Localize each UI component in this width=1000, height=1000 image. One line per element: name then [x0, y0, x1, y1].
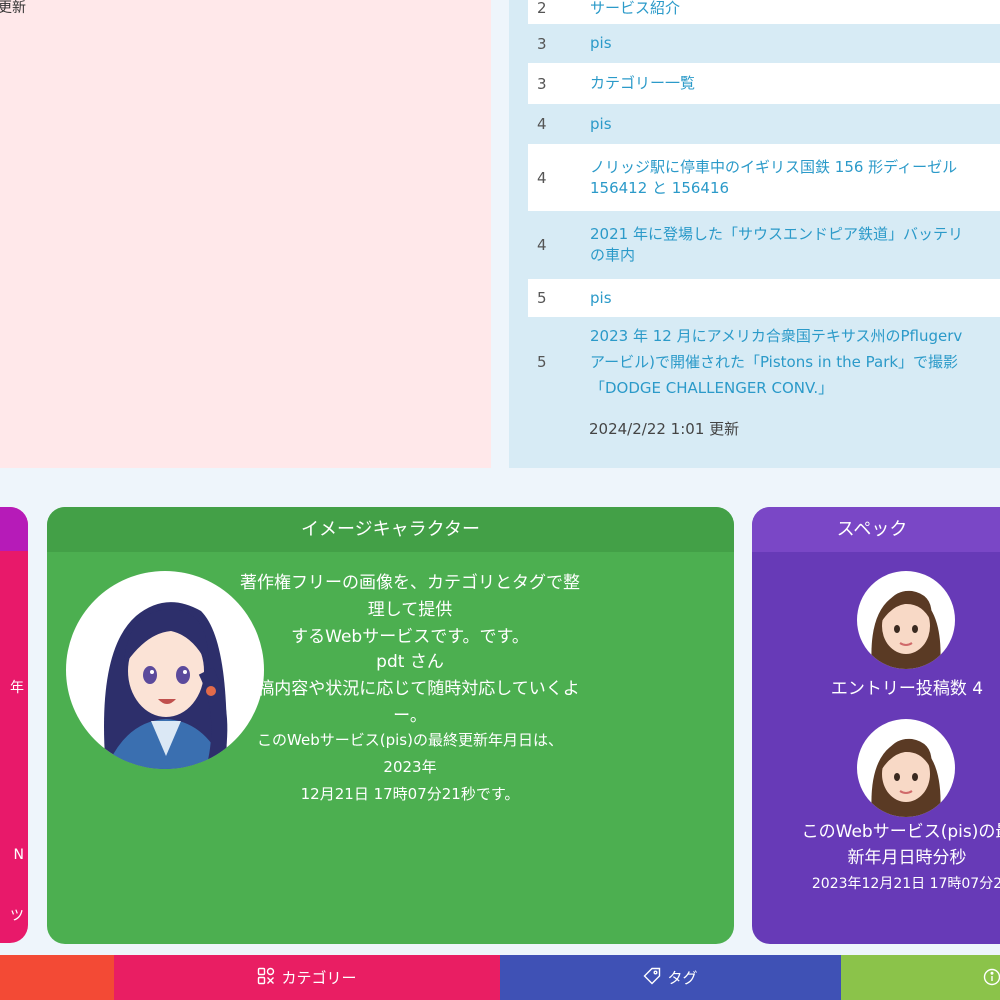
row-number: 5: [537, 353, 547, 371]
author-block: pdt さん 投稿内容や状況に応じて随時対応していくよー。: [240, 649, 580, 730]
left-card-fragment: 年: [10, 680, 24, 696]
spec-avatar: [857, 571, 955, 669]
image-character-card: イメージキャラクター 著作権フリーの画像を、カテゴリとタグで整理して提供 するW…: [47, 507, 734, 944]
row-number: 5: [537, 289, 547, 307]
entry-count: エントリー投稿数 4: [830, 679, 984, 699]
nav-tag[interactable]: タグ: [500, 955, 841, 1000]
list-row[interactable]: 2 サービス紹介: [528, 0, 1000, 24]
image-character-title: イメージキャラクター: [47, 507, 734, 552]
author-name: pdt さん: [376, 652, 444, 672]
row-link[interactable]: ノリッジ駅に停車中のイギリス国鉄 156 形ディーゼル 156412 と 156…: [590, 157, 957, 199]
last-updated-block: このWebサービス(pis)の最終更新年月日は、2023年 12月21日 17時…: [240, 727, 580, 808]
row-link[interactable]: カテゴリー一覧: [590, 73, 695, 94]
left-card: 年 N ツ: [0, 507, 28, 943]
row-link-line: 「DODGE CHALLENGER CONV.」: [590, 379, 834, 397]
last-updated-line: このWebサービス(pis)の最終更新年月日は、2023年: [257, 731, 563, 776]
row-link[interactable]: pis: [590, 33, 612, 54]
spec-update-label: このWebサービス(pis)の最: [801, 822, 1000, 842]
spec-update-value: 2023年12月21日 17時07分2: [811, 876, 1000, 892]
spec-title: スペック: [752, 507, 1000, 552]
service-description-line: 著作権フリーの画像を、カテゴリとタグで整理して提供: [240, 573, 580, 620]
category-icon: [257, 967, 275, 989]
row-number: 2: [537, 0, 547, 17]
left-card-fragment: ツ: [10, 908, 24, 924]
list-row[interactable]: 5 pis: [528, 279, 1000, 317]
row-link[interactable]: 2023 年 12 月にアメリカ合衆国テキサス州のPflugerv アービル)で…: [590, 323, 962, 401]
row-number: 4: [537, 236, 547, 254]
list-row[interactable]: 4 ノリッジ駅に停車中のイギリス国鉄 156 形ディーゼル 156412 と 1…: [528, 144, 1000, 211]
row-link-line: ノリッジ駅に停車中のイギリス国鉄 156 形ディーゼル: [590, 157, 958, 176]
row-link[interactable]: サービス紹介: [590, 0, 680, 19]
row-link[interactable]: pis: [590, 114, 612, 135]
nav-category[interactable]: カテゴリー: [114, 955, 500, 1000]
list-row[interactable]: 4 2021 年に登場した「サウスエンドピア鉄道」バッテリ の車内: [528, 211, 1000, 279]
service-description: 著作権フリーの画像を、カテゴリとタグで整理して提供 するWebサービスです。です…: [240, 570, 580, 651]
entry-list-panel: 2 サービス紹介 3 pis 3 カテゴリー一覧 4 pis 4 ノリッジ駅に停…: [509, 0, 1000, 468]
spec-card: スペック エントリー投稿数 4 このWebサービス(pis)の最 新年月日時分秒…: [752, 507, 1000, 944]
row-number: 4: [537, 168, 547, 187]
last-updated-line: 12月21日 17時07分21秒です。: [300, 785, 520, 803]
row-link[interactable]: 2021 年に登場した「サウスエンドピア鉄道」バッテリ の車内: [590, 224, 963, 266]
row-link[interactable]: pis: [590, 288, 612, 309]
nav-info[interactable]: [841, 955, 1000, 1000]
list-row[interactable]: 3 カテゴリー一覧: [528, 63, 1000, 104]
character-avatar: [66, 571, 264, 769]
list-row[interactable]: 3 pis: [528, 24, 1000, 63]
spec-update-label: 新年月日時分秒: [847, 848, 967, 868]
row-link-line: の車内: [590, 246, 636, 264]
row-link-line: アービル)で開催された「Pistons in the Park」で撮影: [590, 353, 959, 371]
list-row[interactable]: 4 pis: [528, 104, 1000, 144]
pink-panel: 更新: [0, 0, 491, 468]
row-number: 3: [537, 74, 547, 93]
nav-tag-label: タグ: [667, 969, 698, 987]
row-number: 4: [537, 115, 547, 133]
info-icon: [983, 968, 1000, 990]
service-description-line: するWebサービスです。です。: [291, 627, 529, 647]
row-link-line: 2021 年に登場した「サウスエンドピア鉄道」バッテリ: [590, 225, 963, 243]
spec-avatar: [857, 719, 955, 817]
spec-update-block: このWebサービス(pis)の最 新年月日時分秒 2023年12月21日 17時…: [752, 819, 1000, 897]
row-link-line: 2023 年 12 月にアメリカ合衆国テキサス州のPflugerv: [590, 327, 963, 345]
tag-icon: [643, 967, 661, 989]
nav-category-label: カテゴリー: [281, 969, 357, 987]
list-row[interactable]: 5 2023 年 12 月にアメリカ合衆国テキサス州のPflugerv アービル…: [528, 320, 1000, 404]
left-card-fragment: N: [13, 847, 24, 863]
left-card-header: [0, 507, 28, 551]
updated-label: 更新: [0, 0, 26, 16]
author-note: 投稿内容や状況に応じて随時対応していくよー。: [240, 679, 580, 726]
row-link-line: 156412 と 156416: [590, 178, 730, 197]
nav-home[interactable]: [0, 955, 114, 1000]
list-updated-label: 2024/2/22 1:01 更新: [589, 420, 740, 438]
row-number: 3: [537, 34, 547, 53]
